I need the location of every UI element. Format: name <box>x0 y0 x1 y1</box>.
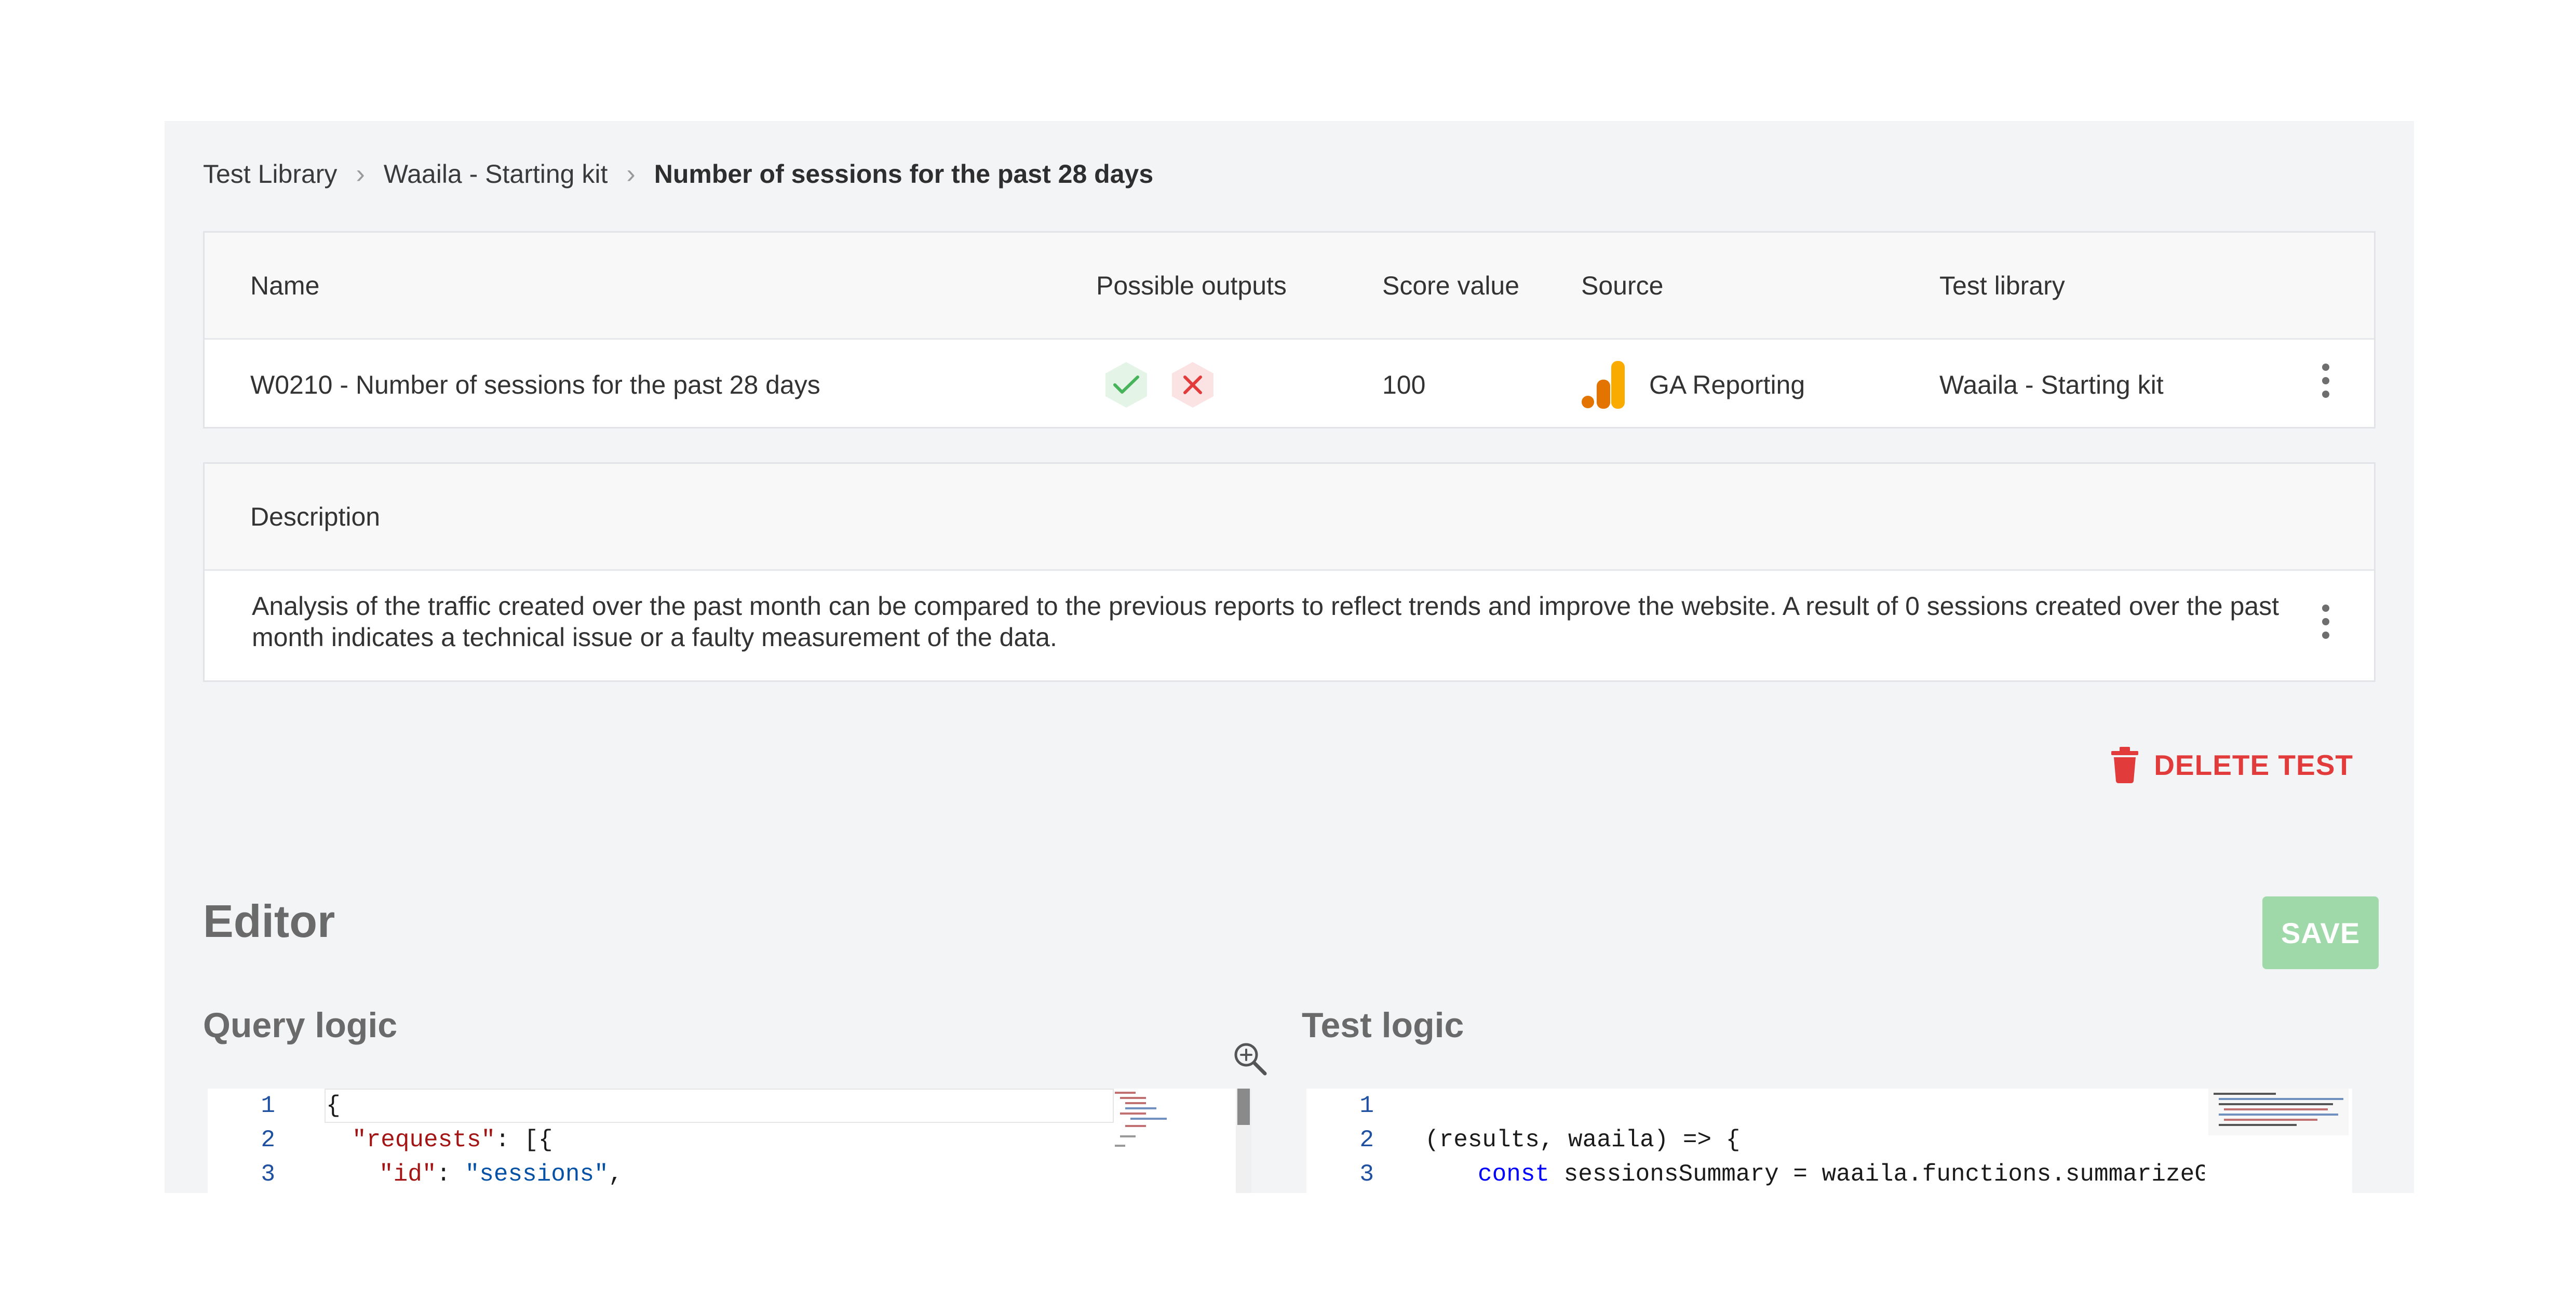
description-row: Analysis of the traffic created over the… <box>205 571 2374 682</box>
google-analytics-icon <box>1582 361 1625 409</box>
code-minimap[interactable] <box>1110 1089 1198 1151</box>
code-line: (results, waaila) => { <box>1425 1127 1741 1154</box>
code-line: { <box>326 1092 341 1119</box>
header-score-value: Score value <box>1382 271 1520 300</box>
breadcrumb: Test Library › Waaila - Starting kit › N… <box>203 153 1153 195</box>
line-number: 3 <box>261 1161 275 1188</box>
test-code-editor[interactable]: 1 2 3 (results, waaila) => { const sessi… <box>1306 1089 2352 1193</box>
breadcrumb-current: Number of sessions for the past 28 days <box>654 159 1154 189</box>
header-name: Name <box>250 271 320 300</box>
zoom-in-icon[interactable] <box>1232 1040 1268 1077</box>
code-minimap[interactable] <box>2208 1089 2349 1151</box>
test-library: Waaila - Starting kit <box>1939 370 2164 399</box>
line-number: 3 <box>1359 1161 1374 1188</box>
test-logic-title: Test logic <box>1302 1005 1464 1045</box>
current-line-highlight <box>325 1089 1114 1123</box>
breadcrumb-starting-kit[interactable]: Waaila - Starting kit <box>384 159 608 189</box>
code-line: const sessionsSummary = waaila.functions… <box>1478 1161 2205 1188</box>
line-number: 1 <box>1359 1092 1374 1119</box>
breadcrumb-separator-icon: › <box>626 159 636 189</box>
source-label: GA Reporting <box>1649 370 1805 399</box>
line-number: 2 <box>1359 1127 1374 1154</box>
test-name: W0210 - Number of sessions for the past … <box>250 370 820 399</box>
description-text: Analysis of the traffic created over the… <box>252 592 2279 652</box>
test-info-table: Name Possible outputs Score value Source… <box>203 231 2376 428</box>
trash-icon <box>2111 747 2139 783</box>
description-card: Description Analysis of the traffic crea… <box>203 462 2376 682</box>
source: GA Reporting <box>1581 340 1805 430</box>
breadcrumb-separator-icon: › <box>356 159 365 189</box>
row-menu-icon[interactable] <box>2322 364 2332 398</box>
save-button[interactable]: SAVE <box>2262 896 2379 969</box>
code-line: "requests": [{ <box>352 1127 553 1154</box>
possible-outputs <box>1105 340 1213 430</box>
breadcrumb-test-library[interactable]: Test Library <box>203 159 337 189</box>
table-row: W0210 - Number of sessions for the past … <box>205 340 2374 430</box>
description-title: Description <box>250 502 381 531</box>
description-menu-icon[interactable] <box>2322 605 2332 639</box>
line-number: 2 <box>261 1127 275 1154</box>
delete-test-button[interactable]: DELETE TEST <box>2111 742 2353 788</box>
description-header: Description <box>205 464 2374 571</box>
line-number: 1 <box>261 1092 275 1119</box>
check-icon <box>1105 362 1147 408</box>
header-possible-outputs: Possible outputs <box>1096 271 1287 300</box>
cross-icon <box>1172 362 1213 408</box>
scrollbar-thumb[interactable] <box>1237 1089 1250 1125</box>
editor-title: Editor <box>203 895 335 947</box>
query-code-editor[interactable]: 1 2 3 { "requests": [{ "id": "sessions", <box>208 1089 1251 1193</box>
header-test-library: Test library <box>1939 271 2065 300</box>
header-source: Source <box>1581 271 1664 300</box>
query-logic-title: Query logic <box>203 1005 398 1045</box>
score-value: 100 <box>1382 370 1426 399</box>
test-detail-panel: Test Library › Waaila - Starting kit › N… <box>165 121 2414 1193</box>
code-line: "id": "sessions", <box>379 1161 623 1188</box>
table-header: Name Possible outputs Score value Source… <box>205 233 2374 340</box>
delete-test-label: DELETE TEST <box>2154 749 2353 781</box>
scrollbar[interactable] <box>1236 1089 1251 1193</box>
